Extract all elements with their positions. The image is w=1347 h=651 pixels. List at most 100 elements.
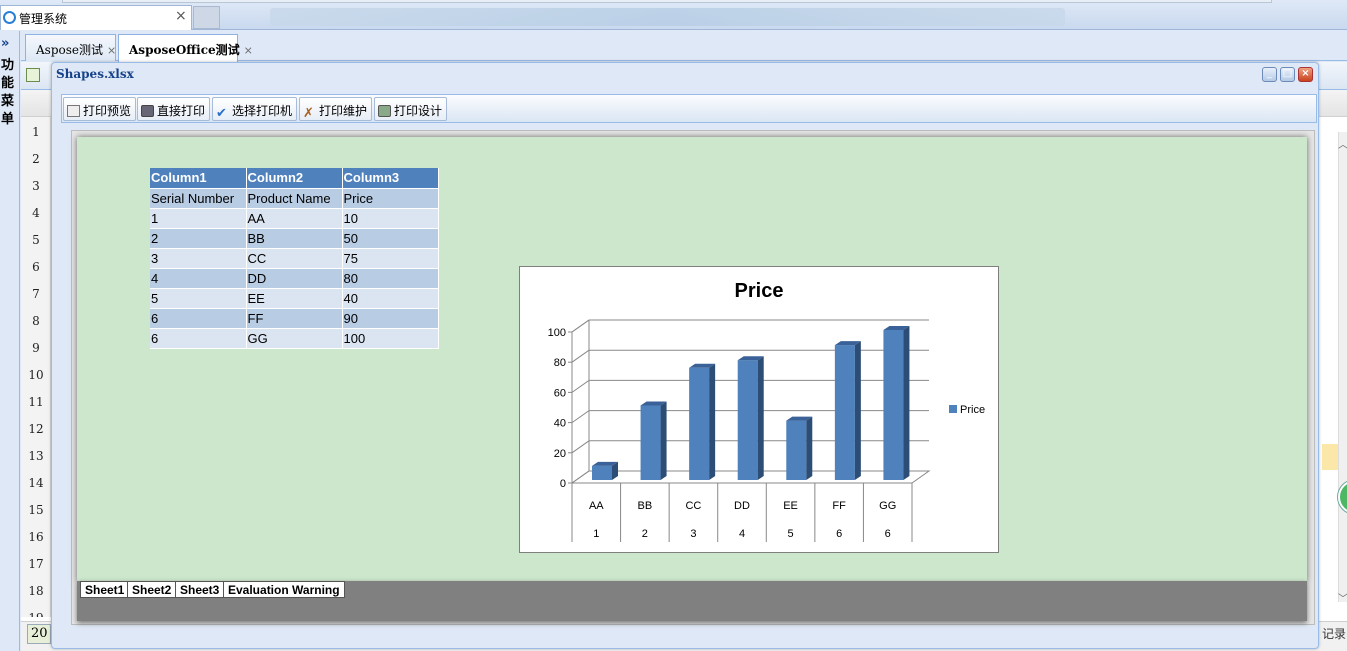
- x-tick-label: EE: [783, 500, 798, 512]
- select-printer-button[interactable]: ✔ 选择打印机: [212, 97, 298, 121]
- x-sublabel: 6: [885, 528, 891, 540]
- row-number: 18: [28, 584, 44, 598]
- add-icon[interactable]: [26, 68, 40, 82]
- row-number: 16: [28, 530, 44, 544]
- page-size-field[interactable]: 20: [27, 624, 51, 644]
- browser-tab-title: 管理系统: [19, 12, 68, 26]
- table-cell: CC: [246, 248, 343, 269]
- x-tick-label: GG: [879, 500, 896, 512]
- print-preview-button[interactable]: 打印预览: [63, 97, 137, 121]
- tab-label: Aspose测试: [36, 43, 103, 57]
- data-table: Column1 Column2 Column3 Serial Number Pr…: [150, 168, 439, 349]
- tab-asposeoffice-test[interactable]: AsposeOffice测试 ×: [118, 34, 253, 62]
- gridline-depth: [571, 319, 590, 333]
- vertical-scrollbar[interactable]: [1338, 132, 1347, 602]
- table-row: 3 CC 75: [150, 248, 439, 269]
- print-preview-icon: [67, 105, 80, 117]
- table-header-cell: Column2: [246, 168, 343, 189]
- table-cell: Price: [342, 188, 439, 209]
- table-cell: 75: [342, 248, 439, 269]
- y-tick-label: 60: [554, 387, 566, 399]
- row-number: 1: [32, 125, 40, 139]
- print-design-icon: [378, 105, 391, 117]
- table-cell: GG: [246, 328, 343, 349]
- tab-close-icon[interactable]: ×: [244, 44, 253, 57]
- table-row: 2 BB 50: [150, 228, 439, 249]
- left-function-menu: » 功能菜单: [0, 31, 20, 651]
- scroll-up-icon[interactable]: ︿: [1338, 136, 1347, 151]
- direct-print-label: 直接打印: [157, 104, 206, 118]
- print-maintain-button[interactable]: ✗ 打印维护: [299, 97, 373, 121]
- x-tick-label: DD: [734, 500, 750, 512]
- function-menu-label[interactable]: 功能菜单: [1, 57, 15, 129]
- table-row: Serial Number Product Name Price: [150, 188, 439, 209]
- table-cell: EE: [246, 288, 343, 309]
- records-label: 记录: [1322, 627, 1347, 641]
- row-number-column: 1 2 3 4 5 6 7 8 9 10 11 12 13 14 15 16 1…: [21, 117, 51, 617]
- table-row: 6 GG 100: [150, 328, 439, 349]
- row-number: 10: [28, 368, 44, 382]
- y-tick-label: 20: [554, 448, 566, 460]
- bar: [689, 367, 710, 480]
- print-design-button[interactable]: 打印设计: [374, 97, 448, 121]
- x-sublabel: 2: [642, 528, 648, 540]
- gridline-depth: [571, 349, 590, 363]
- legend-label: Price: [960, 404, 985, 416]
- new-tab-button[interactable]: [193, 6, 220, 29]
- bar-side: [709, 363, 716, 480]
- sheet-tab-sheet3[interactable]: Sheet3: [175, 581, 225, 598]
- row-number: 4: [32, 206, 40, 220]
- menu-expand-icon[interactable]: »: [1, 36, 9, 51]
- bar: [592, 465, 612, 480]
- price-chart-svg: 0 20 40 60 80 100 AA 1 BB 2 CC 3 DD 4 EE 5 FF 6 GG 6 Price: [548, 319, 985, 542]
- row-number: 5: [32, 233, 40, 247]
- sheet-tab-sheet1[interactable]: Sheet1: [80, 581, 130, 598]
- y-tick-label: 0: [560, 478, 566, 490]
- row-number: 2: [32, 152, 40, 166]
- browser-tab-close-icon[interactable]: ×: [175, 8, 187, 24]
- browser-tab[interactable]: 管理系统 ×: [0, 5, 192, 30]
- close-icon[interactable]: ×: [1298, 67, 1313, 82]
- maximize-icon[interactable]: □: [1280, 67, 1295, 82]
- table-header-cell: Column1: [150, 168, 247, 189]
- bar-side: [806, 416, 813, 480]
- row-number: 15: [28, 503, 44, 517]
- bar: [640, 405, 661, 480]
- x-sublabel: 5: [788, 528, 794, 540]
- bar-side: [854, 341, 861, 480]
- gridline-depth: [571, 410, 590, 424]
- table-cell: DD: [246, 268, 343, 289]
- bar: [883, 330, 904, 480]
- table-cell: AA: [246, 208, 343, 229]
- app-tab-strip: Aspose测试 × AsposeOffice测试 ×: [21, 31, 1347, 62]
- table-row: 5 EE 40: [150, 288, 439, 309]
- print-design-label: 打印设计: [394, 104, 443, 118]
- table-row: 6 FF 90: [150, 308, 439, 329]
- x-sublabel: 4: [739, 528, 745, 540]
- bar: [834, 345, 855, 480]
- sheet-tab-sheet2[interactable]: Sheet2: [127, 581, 177, 598]
- tab-close-icon[interactable]: ×: [107, 44, 116, 57]
- y-tick-label: 40: [554, 418, 566, 430]
- gridline-depth: [571, 379, 590, 393]
- scroll-down-icon[interactable]: ﹀: [1338, 590, 1347, 605]
- row-number: 7: [32, 287, 40, 301]
- table-header-cell: Column3: [342, 168, 439, 189]
- gridline-depth: [571, 440, 590, 454]
- row-number: 11: [28, 395, 44, 409]
- bar-side: [660, 401, 667, 480]
- table-cell: 4: [150, 268, 247, 289]
- row-number: 9: [32, 341, 40, 355]
- row-number: 12: [28, 422, 44, 436]
- x-sublabel: 6: [836, 528, 842, 540]
- row-number: 17: [28, 557, 44, 571]
- table-cell: BB: [246, 228, 343, 249]
- table-cell: 5: [150, 288, 247, 309]
- direct-print-button[interactable]: 直接打印: [137, 97, 211, 121]
- y-tick-label: 80: [554, 357, 566, 369]
- row-number: 14: [28, 476, 44, 490]
- minimize-icon[interactable]: _: [1262, 67, 1277, 82]
- tab-aspose-test[interactable]: Aspose测试 ×: [25, 34, 116, 61]
- table-cell: 80: [342, 268, 439, 289]
- sheet-tab-evaluation-warning[interactable]: Evaluation Warning: [223, 581, 345, 598]
